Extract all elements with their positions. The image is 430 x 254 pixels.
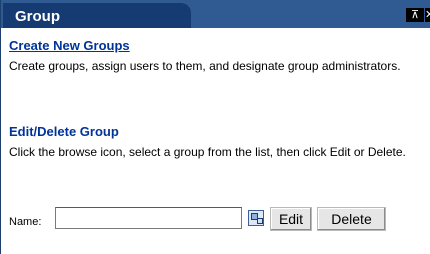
pin-icon[interactable]: ⊼ bbox=[406, 8, 424, 22]
edit-delete-description: Click the browse icon, select a group fr… bbox=[9, 145, 406, 159]
create-groups-section: Create New Groups Create groups, assign … bbox=[9, 38, 424, 77]
close-icon[interactable]: ✕ bbox=[425, 8, 430, 22]
group-name-input[interactable] bbox=[55, 207, 242, 229]
name-label: Name: bbox=[9, 216, 42, 228]
browse-icon[interactable] bbox=[248, 210, 264, 226]
edit-delete-section: Edit/Delete Group Click the browse icon,… bbox=[9, 124, 424, 163]
create-new-groups-link[interactable]: Create New Groups bbox=[9, 38, 424, 54]
delete-button[interactable]: Delete bbox=[317, 207, 386, 231]
edit-button[interactable]: Edit bbox=[270, 207, 312, 231]
create-groups-description: Create groups, assign users to them, and… bbox=[9, 59, 401, 73]
edit-delete-heading: Edit/Delete Group bbox=[9, 124, 119, 139]
portlet-title-bar: Group ⊼ ✕ bbox=[1, 0, 430, 28]
portlet-title-tab: Group bbox=[3, 3, 191, 28]
group-portlet: Group ⊼ ✕ Create New Groups Create group… bbox=[0, 0, 430, 254]
portlet-title: Group bbox=[15, 8, 60, 25]
